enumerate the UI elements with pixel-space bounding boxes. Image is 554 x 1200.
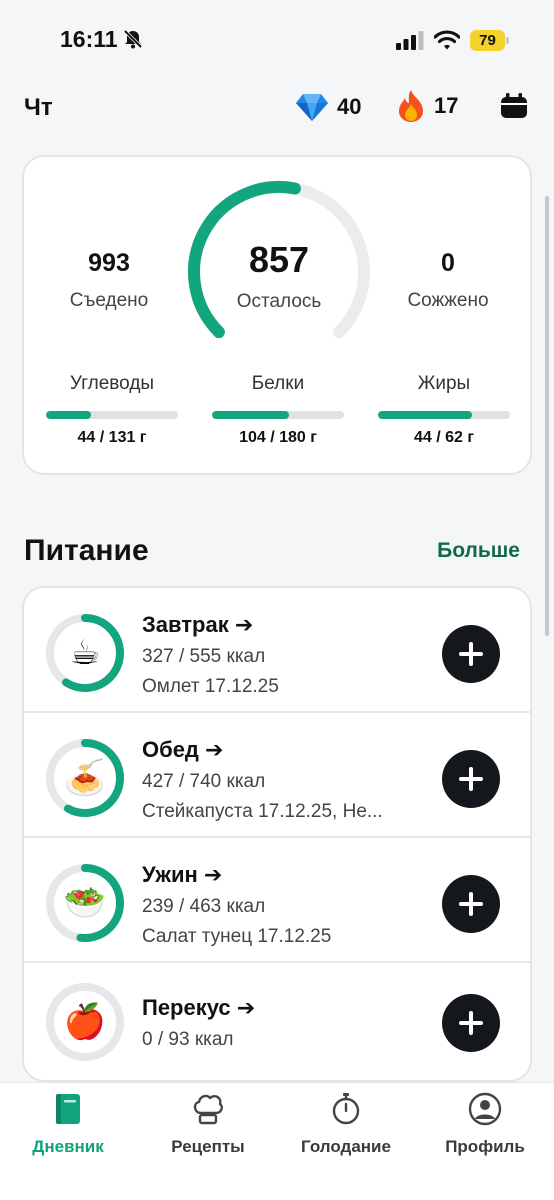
meal-title[interactable]: Ужин ➔ [142,862,222,888]
macro-progress-bar [378,411,510,419]
meal-row-lunch[interactable]: 🍝 Обед ➔ 427 / 740 ккал Стейкапуста 17.1… [24,713,530,838]
meal-title[interactable]: Завтрак ➔ [142,612,253,638]
gems-count: 40 [337,94,362,119]
plus-icon [459,642,483,666]
plus-icon [459,767,483,791]
coffee-icon: ☕ [69,634,101,672]
burned-label: Сожжено [407,290,489,311]
day-label[interactable]: Чт [24,94,53,122]
battery-indicator: 79 [470,30,509,51]
macro-label: Жиры [417,373,471,394]
meals-card: ☕ Завтрак ➔ 327 / 555 ккал Омлет 17.12.2… [22,586,532,1082]
meal-description: Салат тунец 17.12.25 [142,926,332,947]
macro-value: 44 / 131 г [77,429,147,446]
macro-label: Белки [251,373,305,394]
salad-icon: 🥗 [63,884,107,922]
stopwatch-icon [332,1093,360,1125]
fire-icon [399,90,423,122]
bottom-nav: Дневник Рецепты Голодание Профиль [0,1082,554,1200]
meal-title[interactable]: Обед ➔ [142,737,223,763]
section-title: Питание [24,534,149,567]
burned-value: 0 [441,249,455,277]
noodle-bowl-icon: 🍝 [63,759,107,797]
status-bar: 16:11 79 [0,0,554,80]
nav-diary[interactable]: Дневник [3,1091,133,1157]
plus-icon [459,1011,483,1035]
meal-description: Омлет 17.12.25 [142,676,279,697]
meal-calories: 327 / 555 ккал [142,646,266,667]
meal-row-dinner[interactable]: 🥗 Ужин ➔ 239 / 463 ккал Салат тунец 17.1… [24,838,530,963]
book-icon [56,1094,80,1124]
nav-label: Рецепты [171,1137,245,1156]
nav-label: Профиль [445,1137,525,1156]
macro-fat: Жиры 44 / 62 г [377,373,511,447]
profile-icon [468,1092,502,1126]
macro-value: 104 / 180 г [239,429,317,446]
nav-profile[interactable]: Профиль [420,1091,550,1157]
more-link[interactable]: Больше [437,539,520,563]
stat-burned: 0 Сожжено [368,249,528,312]
macro-label: Углеводы [69,373,155,394]
macro-carbs: Углеводы 44 / 131 г [45,373,179,447]
calendar-icon[interactable] [500,92,528,120]
nav-recipes[interactable]: Рецепты [143,1091,273,1157]
macro-value: 44 / 62 г [413,429,475,446]
add-dinner-button[interactable] [442,875,500,933]
nav-fasting[interactable]: Голодание [281,1091,411,1157]
streak-count: 17 [434,93,459,118]
macro-progress-bar [212,411,344,419]
add-lunch-button[interactable] [442,750,500,808]
stat-eaten: 993 Съедено [29,249,189,312]
scrollbar[interactable] [545,196,549,636]
battery-level: 79 [479,32,496,49]
meal-calories: 239 / 463 ккал [142,896,266,917]
eaten-value: 993 [88,249,130,277]
nav-label: Голодание [301,1137,391,1156]
macro-protein: Белки 104 / 180 г [211,373,345,447]
nav-label: Дневник [32,1137,104,1156]
meal-title[interactable]: Перекус ➔ [142,995,255,1021]
gems-counter[interactable]: 40 [295,90,361,124]
status-time: 16:11 [60,26,118,52]
add-breakfast-button[interactable] [442,625,500,683]
stat-remaining: 857 Осталось [199,239,359,313]
chef-hat-icon [193,1094,224,1125]
bell-muted-icon [123,29,143,49]
plus-icon [459,892,483,916]
meal-row-snack[interactable]: 🍎 Перекус ➔ 0 / 93 ккал [24,963,530,1080]
meal-row-breakfast[interactable]: ☕ Завтрак ➔ 327 / 555 ккал Омлет 17.12.2… [24,588,530,713]
streak-counter[interactable]: 17 [396,88,458,124]
header: Чт 40 17 [0,84,554,130]
signal-icon [396,31,424,50]
macro-progress-bar [46,411,178,419]
calorie-summary-card[interactable]: 993 Съедено 857 Осталось 0 Сожжено Углев… [22,155,532,475]
apple-icon: 🍎 [63,1003,107,1041]
add-snack-button[interactable] [442,994,500,1052]
meal-calories: 427 / 740 ккал [142,771,266,792]
remaining-value: 857 [248,239,310,280]
meal-description: Стейкапуста 17.12.25, Не... [142,801,383,822]
eaten-label: Съедено [69,290,149,311]
meal-calories: 0 / 93 ккал [142,1029,234,1050]
wifi-icon [434,30,460,50]
gem-icon [296,94,328,121]
remaining-label: Осталось [236,291,322,312]
